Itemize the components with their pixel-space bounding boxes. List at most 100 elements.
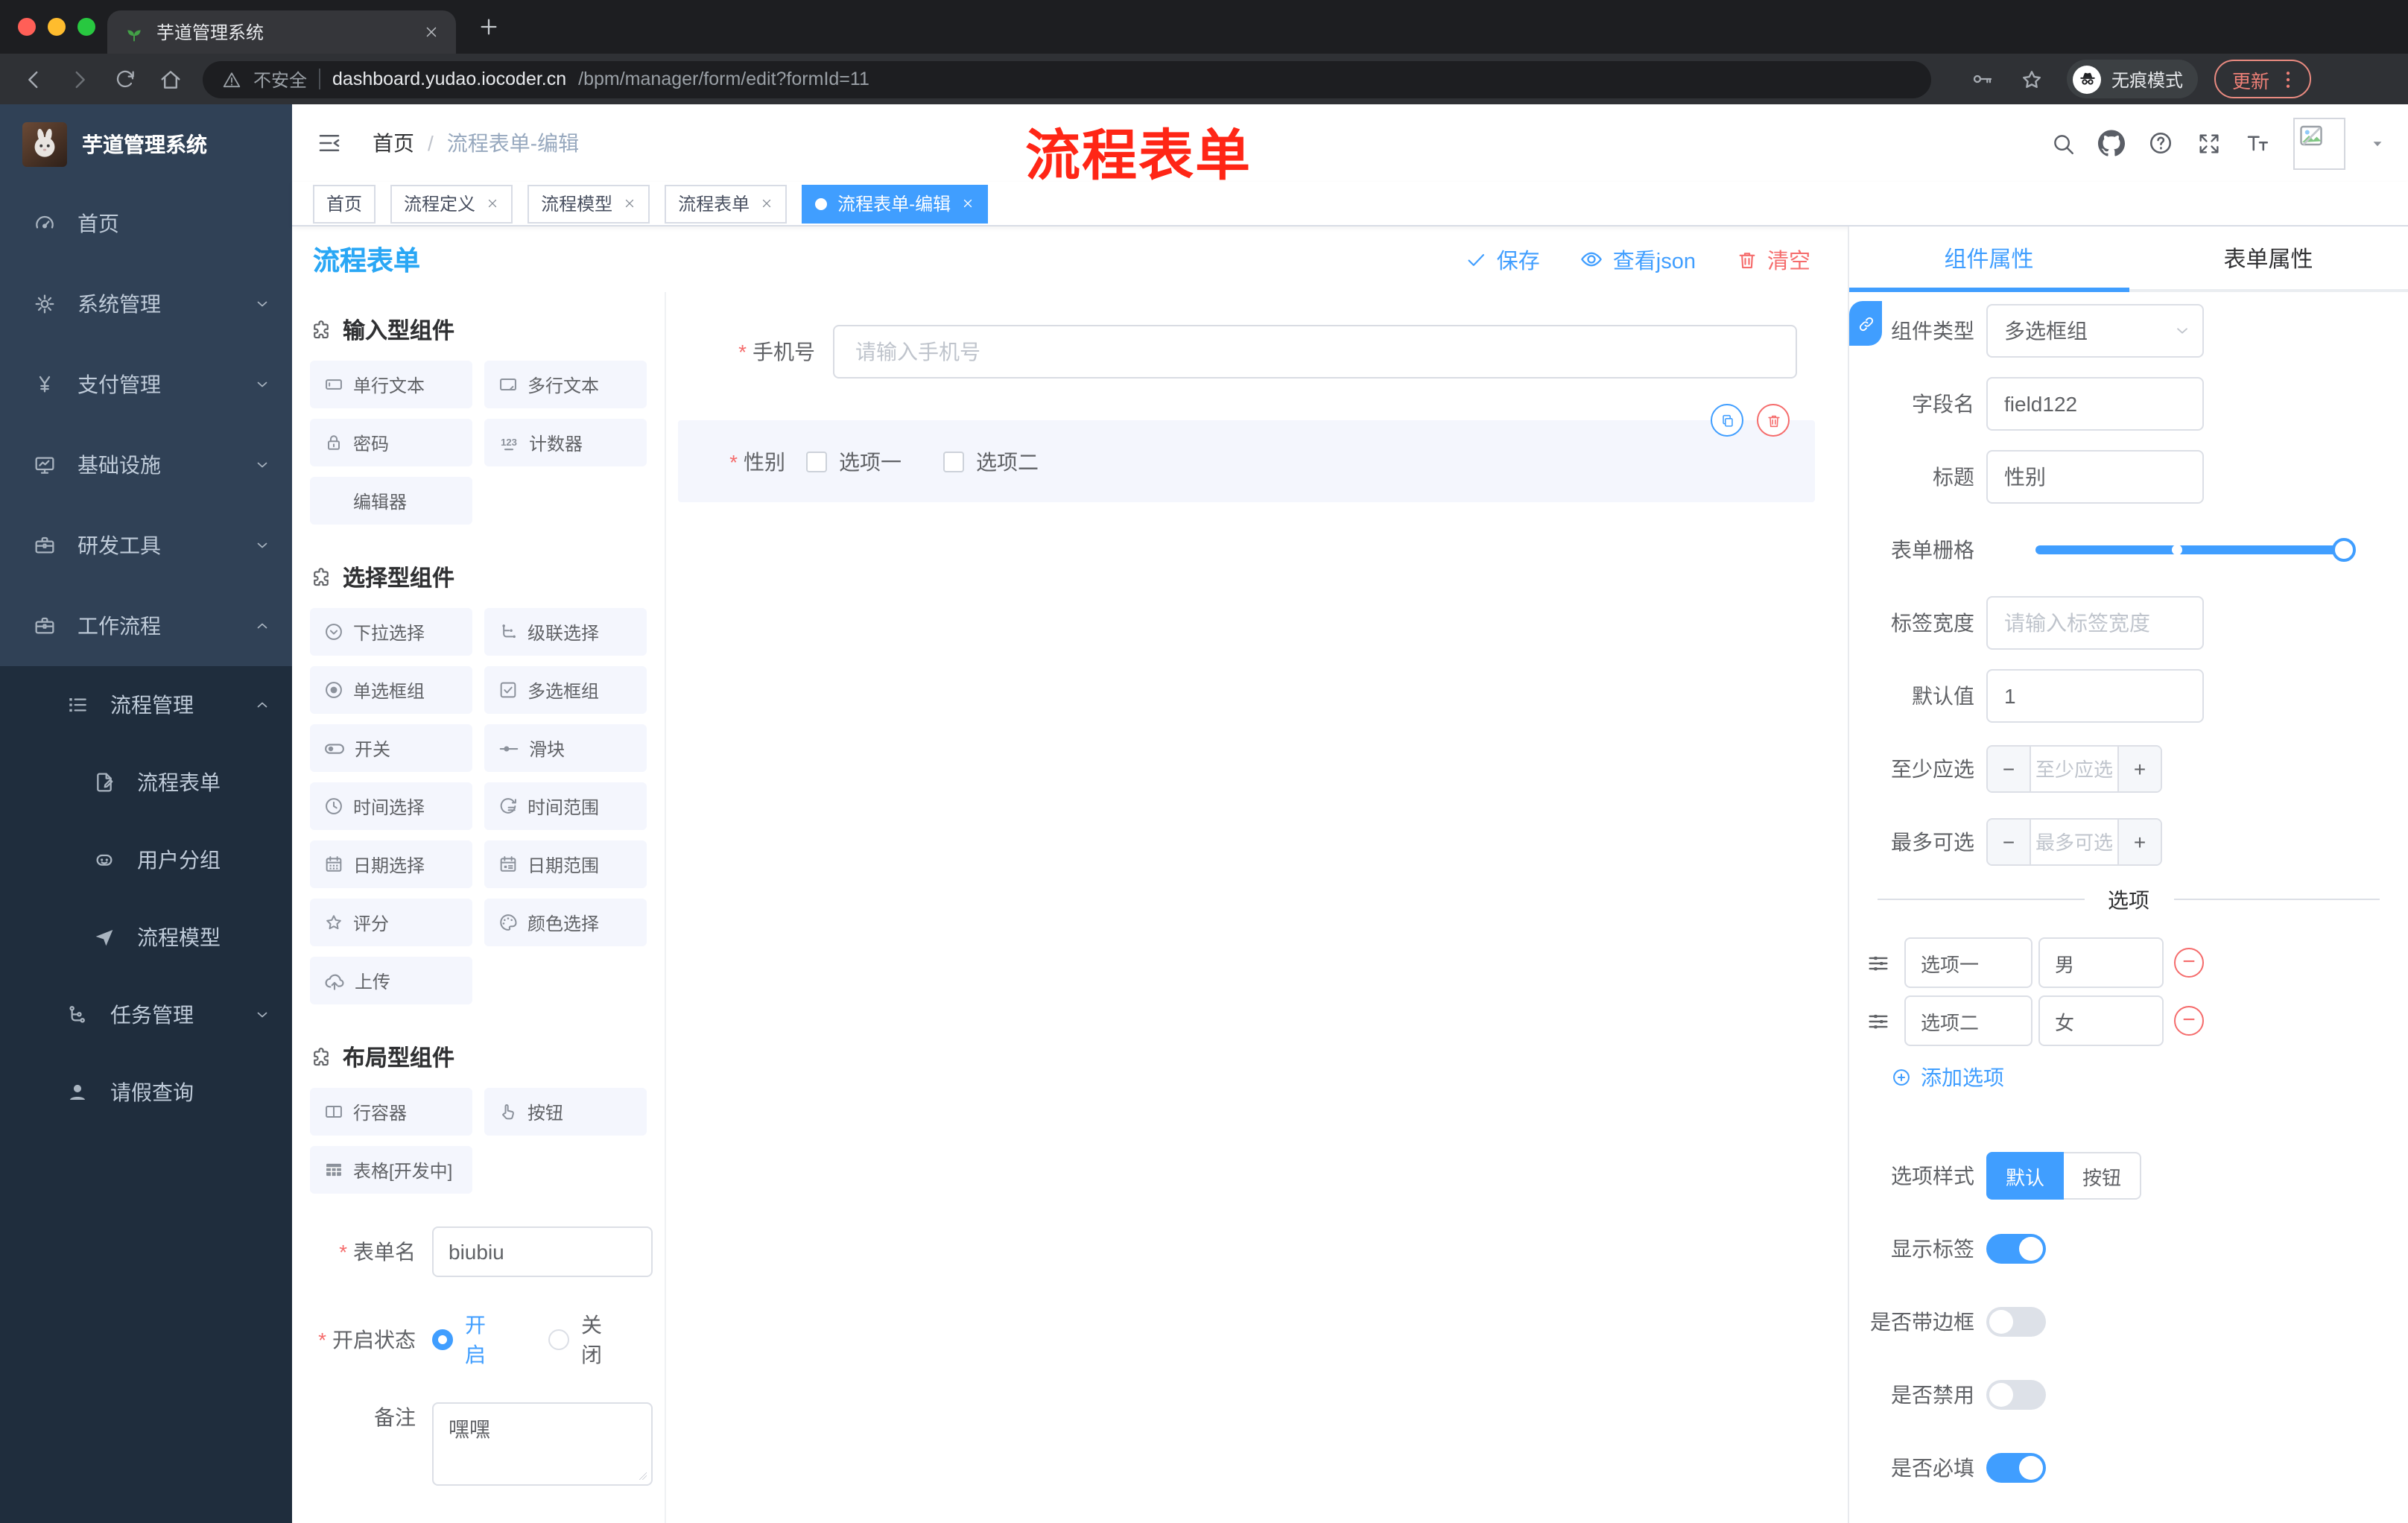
palette-item-counter[interactable]: 计数器 [484, 419, 647, 466]
plus-icon[interactable]: + [2117, 820, 2161, 864]
tag-close-icon[interactable] [961, 197, 975, 210]
forward-icon[interactable] [67, 66, 92, 92]
tag-process-model[interactable]: 流程模型 [527, 184, 650, 223]
status-on-label[interactable]: 开启 [465, 1310, 501, 1370]
palette-item-row-container[interactable]: 行容器 [310, 1088, 472, 1136]
slider-track[interactable] [2035, 538, 2356, 562]
max-select-input[interactable] [2031, 820, 2117, 864]
status-off-radio[interactable] [548, 1329, 569, 1350]
palette-item-multi-text[interactable]: 多行文本 [484, 361, 647, 408]
option-1-label-input[interactable] [1904, 937, 2032, 988]
sidebar-item-task-mgmt[interactable]: 任务管理 [0, 976, 292, 1054]
palette-item-button[interactable]: 按钮 [484, 1088, 647, 1136]
clear-button[interactable]: 清空 [1736, 244, 1810, 275]
sidebar-item-process-mgmt[interactable]: 流程管理 [0, 666, 292, 744]
sidebar-logo[interactable]: 芋道管理系统 [0, 104, 292, 183]
border-toggle[interactable] [1986, 1307, 2046, 1337]
tag-process-definition[interactable]: 流程定义 [390, 184, 513, 223]
drag-handle-icon[interactable] [1866, 950, 1891, 975]
default-value-input[interactable] [1986, 669, 2204, 723]
palette-item-table[interactable]: 表格[开发中] [310, 1146, 472, 1194]
option-2-value-input[interactable] [2038, 995, 2164, 1046]
github-icon[interactable] [2098, 130, 2125, 156]
field-name-input[interactable] [1986, 377, 2204, 431]
tab-close-icon[interactable] [423, 24, 440, 40]
style-default-button[interactable]: 默认 [1986, 1152, 2064, 1200]
palette-item-switch[interactable]: 开关 [310, 724, 472, 772]
palette-item-editor[interactable]: 编辑器 [310, 477, 472, 525]
window-close-button[interactable] [18, 18, 36, 36]
remove-option-button[interactable]: − [2174, 1006, 2204, 1036]
browser-menu-dots-icon[interactable] [2277, 68, 2299, 90]
update-button[interactable]: 更新 [2214, 60, 2312, 98]
option-1-value-input[interactable] [2038, 937, 2164, 988]
tag-close-icon[interactable] [486, 197, 499, 210]
min-select-input[interactable] [2031, 747, 2117, 791]
component-type-select[interactable] [1986, 304, 2204, 358]
tag-process-form-edit[interactable]: 流程表单-编辑 [802, 184, 989, 223]
sidebar-item-leave-query[interactable]: 请假查询 [0, 1054, 292, 1131]
sidebar-item-user-group[interactable]: 用户分组 [0, 821, 292, 899]
bookmark-star-icon[interactable] [2019, 66, 2044, 92]
title-input[interactable] [1986, 450, 2204, 504]
form-name-input[interactable] [432, 1226, 653, 1277]
sidebar-item-process-model[interactable]: 流程模型 [0, 899, 292, 976]
palette-item-upload[interactable]: 上传 [310, 957, 472, 1004]
form-grid-slider[interactable] [2035, 523, 2356, 577]
gender-option-1[interactable]: 选项一 [806, 446, 902, 476]
sidebar-item-home[interactable]: 首页 [0, 183, 292, 264]
sidebar-item-workflow[interactable]: 工作流程 [0, 586, 292, 666]
font-size-icon[interactable] [2244, 130, 2271, 156]
disabled-toggle[interactable] [1986, 1380, 2046, 1410]
tab-component-props[interactable]: 组件属性 [1849, 227, 2129, 292]
key-icon[interactable] [1970, 67, 1994, 91]
tag-close-icon[interactable] [623, 197, 636, 210]
avatar-caret-icon[interactable] [2368, 133, 2387, 153]
palette-item-date-range[interactable]: 日期范围 [484, 840, 647, 888]
sidebar-item-system[interactable]: 系统管理 [0, 264, 292, 344]
tag-process-form[interactable]: 流程表单 [665, 184, 788, 223]
required-toggle[interactable] [1986, 1453, 2046, 1483]
label-width-input[interactable] [1986, 596, 2204, 650]
remove-option-button[interactable]: − [2174, 948, 2204, 978]
breadcrumb-home[interactable]: 首页 [373, 128, 414, 158]
selected-component-gender[interactable]: 性别 选项一 选项二 [678, 404, 1815, 502]
palette-item-slider[interactable]: 滑块 [484, 724, 647, 772]
sidebar-item-payment[interactable]: 支付管理 [0, 344, 292, 425]
remark-textarea[interactable]: 嘿嘿 [432, 1402, 653, 1486]
tag-close-icon[interactable] [760, 197, 773, 210]
phone-field-row[interactable]: 手机号 [678, 325, 1797, 379]
plus-icon[interactable]: + [2117, 747, 2161, 791]
checkbox-icon[interactable] [943, 451, 964, 472]
slider-handle[interactable] [2332, 538, 2356, 562]
palette-item-single-text[interactable]: 单行文本 [310, 361, 472, 408]
palette-item-rate[interactable]: 评分 [310, 899, 472, 946]
search-icon[interactable] [2050, 130, 2076, 156]
delete-component-button[interactable] [1757, 404, 1790, 437]
fullscreen-icon[interactable] [2196, 130, 2222, 156]
palette-item-checkbox-group[interactable]: 多选框组 [484, 666, 647, 714]
reload-icon[interactable] [113, 67, 137, 91]
home-icon[interactable] [158, 66, 183, 92]
palette-item-cascader[interactable]: 级联选择 [484, 608, 647, 656]
sidebar-item-infra[interactable]: 基础设施 [0, 425, 292, 505]
sidebar-item-devtools[interactable]: 研发工具 [0, 505, 292, 586]
gender-option-2[interactable]: 选项二 [943, 446, 1039, 476]
palette-item-time-picker[interactable]: 时间选择 [310, 782, 472, 830]
data-bind-link-button[interactable] [1849, 301, 1882, 346]
window-minimize-button[interactable] [48, 18, 66, 36]
phone-input[interactable] [833, 325, 1797, 379]
view-json-button[interactable]: 查看json [1580, 244, 1696, 275]
hamburger-icon[interactable] [316, 130, 343, 156]
status-off-label[interactable]: 关闭 [581, 1310, 617, 1370]
style-button-button[interactable]: 按钮 [2064, 1152, 2141, 1200]
save-button[interactable]: 保存 [1466, 244, 1540, 275]
browser-tab[interactable]: 芋道管理系统 [107, 10, 456, 54]
component-type-value[interactable] [1986, 304, 2204, 358]
palette-item-radio-group[interactable]: 单选框组 [310, 666, 472, 714]
palette-item-password[interactable]: 密码 [310, 419, 472, 466]
minus-icon[interactable]: − [1988, 747, 2031, 791]
show-label-toggle[interactable] [1986, 1234, 2046, 1264]
palette-item-time-range[interactable]: 时间范围 [484, 782, 647, 830]
palette-item-color-picker[interactable]: 颜色选择 [484, 899, 647, 946]
